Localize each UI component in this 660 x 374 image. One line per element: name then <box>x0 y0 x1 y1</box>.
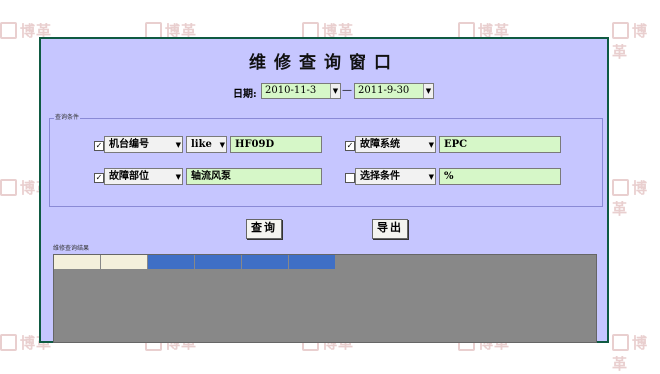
field-select[interactable]: 机台编号 ▼ <box>104 136 183 153</box>
grid-header-cell[interactable] <box>289 255 336 269</box>
field-select[interactable]: 故障部位 ▼ <box>104 168 183 185</box>
grid-header-cell[interactable] <box>195 255 242 269</box>
operator-select-value: like <box>191 139 212 150</box>
dropdown-arrow-icon[interactable]: ▼ <box>423 84 433 98</box>
field2-checkbox[interactable] <box>345 173 355 183</box>
value2-input-text: EPC <box>444 139 468 150</box>
watermark: 博革 <box>612 334 649 373</box>
value-input[interactable]: 轴流风泵 <box>186 168 322 185</box>
value-input-text: HF09D <box>235 139 275 150</box>
criteria-group-label: 查询条件 <box>54 112 81 121</box>
dropdown-arrow-icon: ▼ <box>428 172 434 181</box>
field2-select-value: 故障系统 <box>360 139 400 150</box>
value-input-text: 轴流风泵 <box>191 171 231 182</box>
window-title: 维修查询窗口 <box>249 53 399 73</box>
logo-icon <box>0 22 17 39</box>
watermark: 博革 <box>612 179 649 218</box>
logo-icon <box>0 179 17 196</box>
value2-input[interactable]: EPC <box>439 136 561 153</box>
dropdown-arrow-icon[interactable]: ▼ <box>330 84 340 98</box>
grid-header-cell[interactable] <box>101 255 148 269</box>
logo-icon <box>0 334 17 351</box>
field-checkbox[interactable]: ✓ <box>94 173 104 183</box>
export-button[interactable]: 导出 <box>372 219 408 239</box>
grid-header-cell[interactable] <box>242 255 289 269</box>
query-button[interactable]: 查询 <box>246 219 282 239</box>
value-input[interactable]: HF09D <box>230 136 322 153</box>
field-select-value: 机台编号 <box>109 139 149 150</box>
field2-select-value: 选择条件 <box>360 171 400 182</box>
results-grid[interactable] <box>53 254 597 343</box>
date-to-select[interactable]: 2011-9-30 ▼ <box>354 83 434 99</box>
criteria-group: 查询条件 ✓ 机台编号 ▼ like ▼ HF09D ✓ 故障系统 ▼ EPC … <box>49 112 603 207</box>
logo-icon <box>612 179 629 196</box>
watermark: 博革 <box>612 22 649 61</box>
field2-select[interactable]: 故障系统 ▼ <box>355 136 436 153</box>
date-separator: — <box>342 85 352 96</box>
field-checkbox[interactable]: ✓ <box>94 141 104 151</box>
date-from-select[interactable]: 2010-11-3 ▼ <box>261 83 341 99</box>
dropdown-arrow-icon: ▼ <box>219 140 225 149</box>
date-label: 日期: <box>233 89 257 100</box>
query-window: 维修查询窗口 日期: 2010-11-3 ▼ — 2011-9-30 ▼ 查询条… <box>39 37 609 343</box>
logo-icon <box>612 334 629 351</box>
value2-input-text: % <box>444 171 454 182</box>
dropdown-arrow-icon: ▼ <box>175 172 181 181</box>
dropdown-arrow-icon: ▼ <box>428 140 434 149</box>
grid-header-cell[interactable] <box>54 255 101 269</box>
date-to-value: 2011-9-30 <box>358 85 410 96</box>
field2-select[interactable]: 选择条件 ▼ <box>355 168 436 185</box>
date-from-value: 2010-11-3 <box>265 85 317 96</box>
operator-select[interactable]: like ▼ <box>186 136 227 153</box>
grid-header-cell[interactable] <box>148 255 195 269</box>
logo-icon <box>612 22 629 39</box>
value2-input[interactable]: % <box>439 168 561 185</box>
field-select-value: 故障部位 <box>109 171 149 182</box>
results-label: 维修查询结果 <box>53 245 90 252</box>
dropdown-arrow-icon: ▼ <box>175 140 181 149</box>
field2-checkbox[interactable]: ✓ <box>345 141 355 151</box>
